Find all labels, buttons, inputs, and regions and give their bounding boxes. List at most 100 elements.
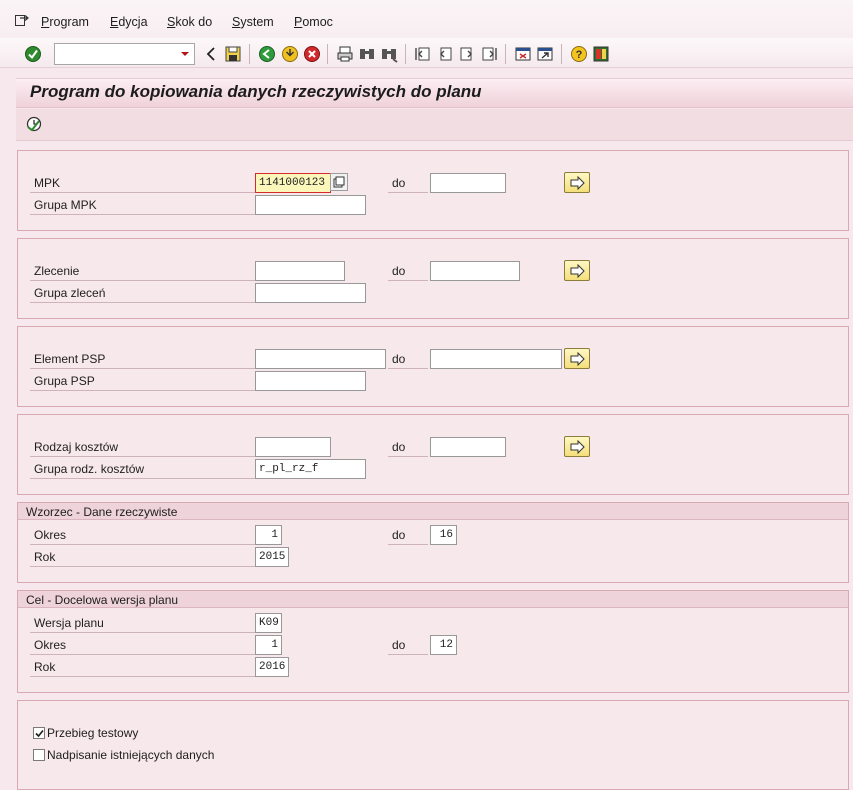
- rodzaj-kosztow-label: Rodzaj kosztów: [34, 440, 119, 454]
- wzorzec-okres-to-input[interactable]: 16: [430, 525, 457, 545]
- grupa-rodz-kosztow-input[interactable]: r_pl_rz_f: [255, 459, 366, 479]
- overwrite-checkbox[interactable]: [33, 749, 45, 761]
- wzorzec-rok-input[interactable]: 2015: [255, 547, 289, 567]
- grupa-zlecen-input[interactable]: [255, 283, 366, 303]
- label-underline: [388, 192, 428, 193]
- label-underline: [30, 456, 255, 457]
- toolbar-separator: [327, 44, 328, 64]
- label-underline: [388, 654, 428, 655]
- grupa-psp-input[interactable]: [255, 371, 366, 391]
- wzorzec-rok-label: Rok: [34, 550, 56, 564]
- help-icon[interactable]: ?: [570, 45, 588, 63]
- find-next-icon[interactable]: [380, 45, 398, 63]
- toolbar-separator: [561, 44, 562, 64]
- previous-page-icon[interactable]: [436, 45, 454, 63]
- mpk-label: MPK: [34, 176, 61, 190]
- rodzaj-kosztow-multiple-selection-button[interactable]: [564, 436, 590, 457]
- mpk-from-input[interactable]: 1141000123: [255, 173, 331, 193]
- zlecenie-to-input[interactable]: [430, 261, 520, 281]
- wzorzec-okres-label: Okres: [34, 528, 67, 542]
- cel-rok-label: Rok: [34, 660, 56, 674]
- menu-pomoc[interactable]: Pomoc: [294, 15, 333, 29]
- back-arrow-icon[interactable]: [203, 45, 221, 63]
- test-run-label: Przebieg testowy: [47, 726, 139, 740]
- test-run-checkbox[interactable]: [33, 727, 45, 739]
- find-icon[interactable]: [358, 45, 376, 63]
- rodzaj-kosztow-from-input[interactable]: [255, 437, 331, 457]
- menu-system[interactable]: System: [232, 15, 274, 29]
- label-underline: [30, 566, 255, 567]
- svg-text:?: ?: [576, 49, 583, 61]
- cel-wersja-input[interactable]: K09: [255, 613, 282, 633]
- cancel-icon[interactable]: [303, 45, 321, 63]
- toolbar-separator: [505, 44, 506, 64]
- overwrite-label: Nadpisanie istniejących danych: [47, 748, 215, 762]
- cel-title: Cel - Docelowa wersja planu: [26, 593, 179, 607]
- mpk-do-label: do: [392, 176, 406, 190]
- element-psp-to-input[interactable]: [430, 349, 562, 369]
- label-underline: [388, 456, 428, 457]
- mpk-multiple-selection-button[interactable]: [564, 172, 590, 193]
- toolbar-separator: [405, 44, 406, 64]
- customize-layout-icon[interactable]: [592, 45, 610, 63]
- zlecenie-do-label: do: [392, 264, 406, 278]
- checkmark-icon: [35, 729, 44, 738]
- label-underline: [30, 676, 255, 677]
- next-page-icon[interactable]: [458, 45, 476, 63]
- first-page-icon[interactable]: [414, 45, 432, 63]
- print-icon[interactable]: [336, 45, 354, 63]
- label-underline: [388, 544, 428, 545]
- label-underline: [30, 280, 255, 281]
- grupa-rodz-kosztow-label: Grupa rodz. kosztów: [34, 462, 145, 476]
- menu-skok-do[interactable]: Skok do: [167, 15, 212, 29]
- cel-wersja-label: Wersja planu: [34, 616, 104, 630]
- shortcut-icon[interactable]: [536, 45, 554, 63]
- element-psp-do-label: do: [392, 352, 406, 366]
- cel-okres-from-input[interactable]: 1: [255, 635, 282, 655]
- save-icon[interactable]: [224, 45, 242, 63]
- arrow-right-icon: [570, 264, 585, 278]
- grupa-zlecen-label: Grupa zleceń: [34, 286, 106, 300]
- menu-exit-icon[interactable]: [15, 14, 30, 26]
- element-psp-multiple-selection-button[interactable]: [564, 348, 590, 369]
- rodzaj-kosztow-to-input[interactable]: [430, 437, 506, 457]
- exit-icon[interactable]: [281, 45, 299, 63]
- value-help-button[interactable]: [330, 173, 348, 191]
- menu-program[interactable]: Program: [41, 15, 89, 29]
- grupa-mpk-input[interactable]: [255, 195, 366, 215]
- element-psp-label: Element PSP: [34, 352, 106, 366]
- label-underline: [30, 214, 255, 215]
- command-dropdown-icon[interactable]: [176, 44, 194, 64]
- arrow-right-icon: [570, 440, 585, 454]
- wzorzec-okres-from-input[interactable]: 1: [255, 525, 282, 545]
- execute-clock-icon[interactable]: [25, 115, 43, 133]
- grupa-mpk-label: Grupa MPK: [34, 198, 97, 212]
- command-field[interactable]: [54, 43, 195, 65]
- label-underline: [30, 368, 255, 369]
- rodzaj-kosztow-do-label: do: [392, 440, 406, 454]
- label-underline: [30, 192, 255, 193]
- label-underline: [30, 302, 255, 303]
- label-underline: [388, 368, 428, 369]
- zlecenie-multiple-selection-button[interactable]: [564, 260, 590, 281]
- label-underline: [30, 654, 255, 655]
- label-underline: [30, 632, 255, 633]
- zlecenie-label: Zlecenie: [34, 264, 80, 278]
- menu-edycja[interactable]: Edycja: [110, 15, 148, 29]
- value-help-icon: [333, 176, 345, 188]
- cel-okres-to-input[interactable]: 12: [430, 635, 457, 655]
- zlecenie-from-input[interactable]: [255, 261, 345, 281]
- back-green-icon[interactable]: [258, 45, 276, 63]
- cel-rok-input[interactable]: 2016: [255, 657, 289, 677]
- wzorzec-okres-do-label: do: [392, 528, 406, 542]
- wzorzec-title: Wzorzec - Dane rzeczywiste: [26, 505, 178, 519]
- label-underline: [30, 478, 255, 479]
- new-session-icon[interactable]: [514, 45, 532, 63]
- label-underline: [30, 544, 255, 545]
- mpk-to-input[interactable]: [430, 173, 506, 193]
- element-psp-from-input[interactable]: [255, 349, 386, 369]
- arrow-right-icon: [570, 176, 585, 190]
- last-page-icon[interactable]: [480, 45, 498, 63]
- application-toolbar: [16, 109, 853, 141]
- enter-check-icon[interactable]: [24, 45, 42, 63]
